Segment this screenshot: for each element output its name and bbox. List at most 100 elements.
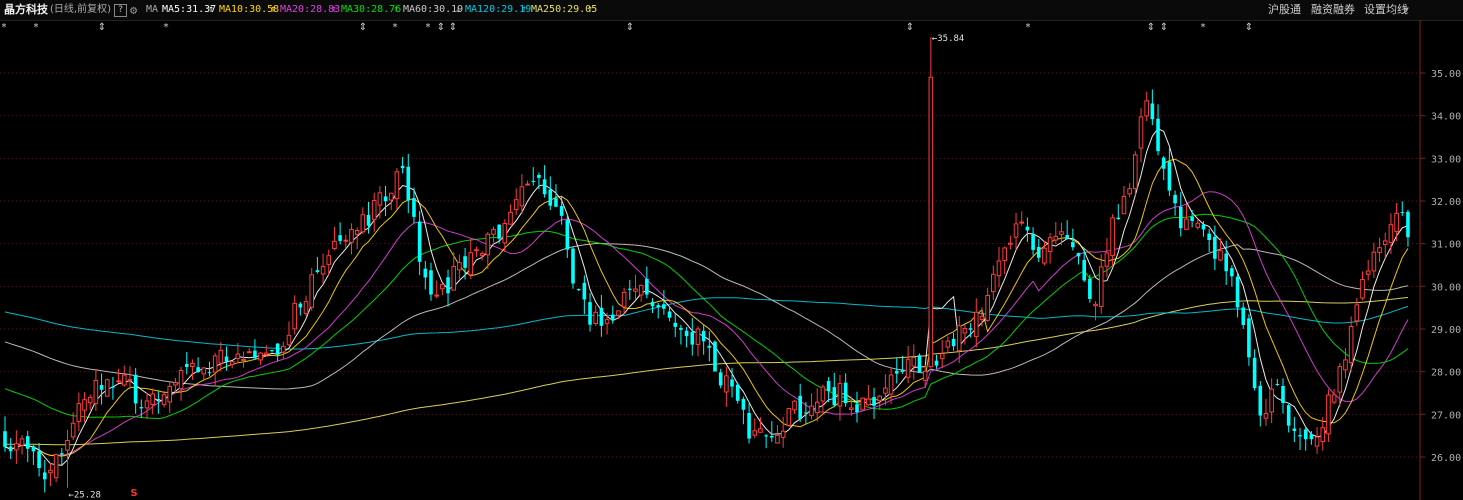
high-price-label: ←35.84 [932,34,965,44]
candle-up [508,211,513,225]
ma60-arrow: ↓ [455,4,462,15]
event-marker-icon: ⇕ [906,22,914,33]
candle-down [645,278,649,295]
event-marker-icon: * [1026,22,1031,33]
tick-label: 30.00 [1431,282,1461,293]
candle-up [468,252,474,276]
candle-down [599,307,604,326]
candle-up [281,345,286,353]
candle-down [1247,318,1251,358]
event-marker-icon: ⇕ [437,22,445,33]
candle-up [973,311,979,337]
candle-up [724,375,729,393]
stock-name[interactable]: 晶方科技 [4,0,48,20]
tick-label: 27.00 [1431,410,1461,421]
candle-up [1098,266,1104,308]
candle-up [246,351,252,354]
candle-up [1343,359,1348,371]
candle-down [673,322,678,327]
candle-up [1184,218,1189,230]
price-axis: 26.00 27.00 28.00 29.00 30.00 31.00 32.00 33.00… [1420,69,1461,464]
candle-up [1269,388,1274,413]
candle-up [1365,270,1371,275]
candle-down [894,370,899,374]
event-marker-icon: * [1201,22,1206,33]
candle-down [224,356,229,362]
candle-up [604,319,610,324]
candle-down [1213,236,1217,259]
candle-down [446,277,450,294]
period-label[interactable]: (日线,前复权) [50,0,111,20]
ma250-arrow: ↑ [587,4,594,15]
candle-down [207,372,212,374]
candle-down [338,235,342,241]
candle-down [588,302,592,325]
candle-down [741,398,746,410]
ma20-line [4,191,1409,456]
candle-down [713,341,717,372]
candle-up [1047,237,1053,252]
moving-average-lines [4,127,1409,466]
candle-down [1025,226,1030,231]
candle-down [531,180,536,182]
candle-down [497,224,501,239]
help-icon[interactable]: ? [114,4,127,17]
candle-up [394,171,400,200]
hgt-button[interactable]: 沪股通 [1268,0,1301,20]
candle-up [1371,251,1377,272]
candle-down [1150,103,1155,120]
low-price-label: ←25.28 [68,491,101,500]
candle-up [360,214,366,233]
candle-up [593,311,599,325]
candle-up [1138,116,1144,149]
candle-up [939,353,945,360]
candle-up [814,401,820,414]
candle-down [1235,276,1240,308]
candle-up [780,430,786,438]
margin-trading-button[interactable]: 融资融券 [1311,0,1355,20]
candle-down [934,360,939,366]
candle-down [1116,217,1121,220]
candle-down [412,198,416,217]
candle-down [1207,233,1211,241]
candle-up [377,192,383,206]
candle-down [417,221,422,262]
candlestick-chart[interactable]: 26.00 27.00 28.00 29.00 30.00 31.00 32.00 33.00… [0,20,1463,500]
candle-up [1195,222,1201,228]
ma120-line [4,297,1409,350]
candles [3,37,1410,493]
candle-up [457,262,462,271]
ma5-line [4,127,1409,466]
candle-down [701,330,706,342]
candle-up [928,76,934,368]
candle-down [423,268,428,278]
chevron-down-icon[interactable]: ▼ [1404,0,1409,20]
candle-down [900,369,905,372]
ma20-arrow: ↑ [331,4,338,15]
ma-settings-button[interactable]: 设置均线 [1364,0,1408,20]
candle-up [241,358,246,361]
candle-down [298,303,303,308]
candle-down [1298,435,1302,437]
candle-up [263,352,269,355]
candle-up [434,294,439,297]
candle-up [1382,240,1388,246]
candle-down [735,384,740,401]
tick-label: 34.00 [1431,112,1461,123]
candle-down [1178,206,1183,229]
candle-up [82,399,87,411]
tick-label: 26.00 [1431,453,1461,464]
candle-up [201,367,207,375]
candle-up [758,428,763,433]
gear-icon[interactable]: ⚙ [130,0,137,20]
candle-up [173,382,178,386]
candle-up [70,422,76,438]
candle-up [837,383,843,407]
candle-down [1309,434,1314,440]
candle-up [979,316,985,321]
event-marker-icon: ⇕ [626,22,634,33]
candle-down [872,396,876,406]
candle-up [1110,217,1115,257]
candle-down [429,270,433,295]
candle-up [127,379,133,382]
